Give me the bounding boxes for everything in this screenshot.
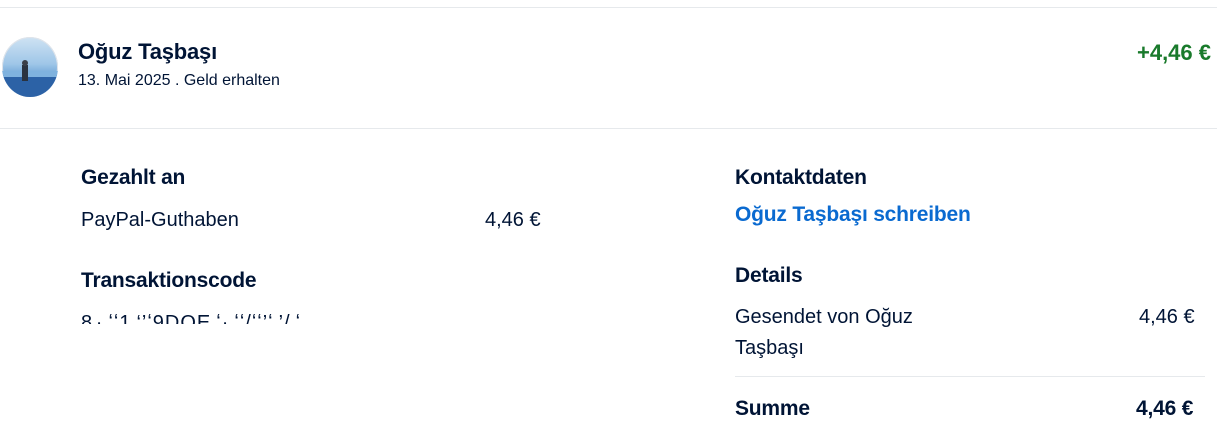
sent-amount: 4,46 € [1139, 306, 1195, 328]
payment-method-amount: 4,46 € [485, 209, 541, 231]
write-message-link[interactable]: Oğuz Taşbaşı schreiben [735, 203, 971, 227]
sum-amount: 4,46 € [1136, 397, 1194, 420]
top-divider [0, 7, 1217, 8]
paid-to-title: Gezahlt an [81, 166, 186, 189]
profile-photo-icon [2, 37, 58, 97]
redaction-mask [76, 324, 316, 344]
contact-title: Kontaktdaten [735, 166, 867, 189]
payment-method: PayPal-Guthaben [81, 209, 239, 231]
sum-label: Summe [735, 397, 810, 420]
details-title: Details [735, 264, 803, 287]
transaction-meta: 13. Mai 2025 . Geld erhalten [78, 72, 280, 89]
sent-from-label-line1: Gesendet von Oğuz [735, 306, 913, 328]
header-divider [0, 128, 1217, 129]
details-divider [735, 376, 1205, 377]
counterparty-name: Oğuz Taşbaşı [78, 39, 217, 64]
transaction-amount: +4,46 € [1136, 40, 1211, 65]
sent-from-label-line2: Taşbaşı [735, 337, 804, 359]
transaction-code-title: Transaktionscode [81, 269, 257, 292]
transaction-detail-page: Oğuz Taşbaşı 13. Mai 2025 . Geld erhalte… [0, 0, 1217, 432]
